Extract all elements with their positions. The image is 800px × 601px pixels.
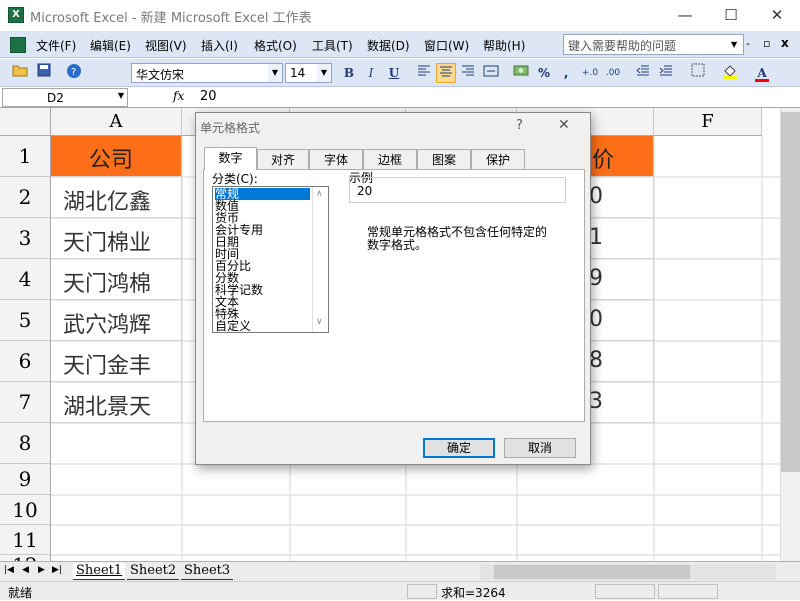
sheet-tab-1[interactable]: Sheet1 [73, 563, 126, 580]
name-box-dropdown-icon: ▼ [117, 91, 124, 100]
format-description: 常规单元格格式不包含任何特定的数字格式。 [367, 225, 548, 252]
align-center-icon[interactable] [436, 63, 456, 83]
formatting-toolbar: ? 华文仿宋 ▼ 14 ▼ B I U % , +.0 .00 A [0, 59, 800, 87]
horizontal-scrollbar-thumb [494, 565, 690, 579]
category-list[interactable]: 常规 数值 货币 会计专用 日期 时间 百分比 分数 科学记数 文本 特殊 自定… [212, 186, 329, 333]
tab-font[interactable]: 字体 [309, 149, 363, 169]
comma-button[interactable]: , [556, 63, 576, 83]
currency-icon[interactable] [511, 63, 531, 83]
font-name-select[interactable]: 华文仿宋 ▼ [131, 63, 283, 83]
status-panel-3 [658, 584, 718, 599]
menu-tools[interactable]: 工具(T) [312, 37, 353, 54]
cancel-button[interactable]: 取消 [504, 438, 576, 458]
next-sheet-icon[interactable]: ▶ [38, 565, 45, 575]
fill-color-icon[interactable] [720, 63, 740, 83]
tab-pattern[interactable]: 图案 [417, 149, 471, 169]
menu-view[interactable]: 视图(V) [145, 37, 187, 54]
fx-icon[interactable]: fx [173, 89, 184, 103]
status-mode: 就绪 [8, 586, 33, 600]
minimize-button[interactable]: — [662, 0, 708, 31]
sheet-tab-3[interactable]: Sheet3 [181, 563, 234, 580]
vertical-scrollbar-thumb[interactable] [781, 112, 800, 472]
category-custom[interactable]: 自定义 [215, 320, 310, 332]
status-panel-1 [407, 584, 437, 599]
menu-window[interactable]: 窗口(W) [424, 37, 469, 54]
last-sheet-icon[interactable]: ▶| [52, 565, 62, 575]
scroll-down-icon: ∨ [316, 317, 323, 327]
increase-indent-icon[interactable] [656, 63, 676, 83]
help-icon[interactable]: ? [64, 63, 84, 83]
doc-close-button[interactable]: x [781, 36, 789, 50]
doc-minimize-button[interactable]: - [746, 37, 750, 50]
tab-alignment[interactable]: 对齐 [257, 149, 309, 169]
help-dropdown-icon[interactable]: ▼ [731, 40, 737, 49]
tab-protection[interactable]: 保护 [471, 149, 525, 169]
title-bar: X Microsoft Excel - 新建 Microsoft Excel 工… [0, 0, 800, 31]
doc-restore-button[interactable]: ▫ [763, 37, 770, 50]
borders-icon[interactable] [688, 63, 708, 83]
status-bar: 就绪 求和=3264 [0, 581, 800, 600]
horizontal-scrollbar[interactable] [480, 564, 776, 580]
first-sheet-icon[interactable]: |◀ [4, 565, 14, 575]
category-list-scrollbar[interactable]: ∧ ∨ [312, 187, 328, 332]
number-tab-panel: 分类(C): 常规 数值 货币 会计专用 日期 时间 百分比 分数 科学记数 文… [203, 169, 585, 422]
decrease-indent-icon[interactable] [633, 63, 653, 83]
underline-button[interactable]: U [384, 63, 404, 83]
tab-number[interactable]: 数字 [204, 147, 257, 170]
maximize-button[interactable]: ☐ [708, 0, 754, 31]
svg-text:?: ? [71, 67, 76, 78]
dialog-close-button[interactable]: ✕ [558, 117, 570, 133]
font-color-swatch [755, 79, 769, 82]
menu-format[interactable]: 格式(O) [254, 37, 297, 54]
close-button[interactable]: ✕ [754, 0, 800, 31]
dialog-title: 单元格格式 [200, 121, 261, 135]
menu-data[interactable]: 数据(D) [367, 37, 410, 54]
window-title: Microsoft Excel - 新建 Microsoft Excel 工作表 [30, 11, 312, 26]
formula-bar: D2 ▼ fx 20 [0, 87, 800, 108]
tab-border[interactable]: 边框 [363, 149, 417, 169]
sample-box: 20 [349, 177, 566, 203]
font-size-dropdown-icon: ▼ [317, 64, 331, 82]
italic-button[interactable]: I [361, 63, 381, 83]
menu-help[interactable]: 帮助(H) [483, 37, 525, 54]
prev-sheet-icon[interactable]: ◀ [22, 565, 29, 575]
excel-app-icon[interactable]: X [8, 7, 24, 23]
save-icon[interactable] [34, 63, 54, 83]
ok-button[interactable]: 确定 [423, 438, 495, 458]
help-search-input[interactable]: 键入需要帮助的问题 [563, 34, 744, 55]
font-size-select[interactable]: 14 ▼ [285, 63, 332, 83]
status-sum: 求和=3264 [441, 586, 506, 600]
scroll-up-icon: ∧ [316, 189, 323, 199]
formula-content[interactable]: 20 [200, 89, 217, 104]
align-left-icon[interactable] [414, 63, 434, 83]
open-icon[interactable] [10, 63, 30, 83]
increase-decimal-icon[interactable]: +.0 [580, 63, 600, 83]
excel-doc-icon[interactable] [10, 37, 26, 53]
sheet-tab-bar: |◀ ◀ ▶ ▶| Sheet1 Sheet2 Sheet3 [0, 561, 800, 581]
menu-file[interactable]: 文件(F) [36, 37, 76, 54]
font-color-button[interactable]: A [752, 63, 772, 83]
name-box[interactable]: D2 ▼ [2, 88, 128, 107]
merge-center-icon[interactable] [481, 63, 501, 83]
vertical-scrollbar[interactable] [780, 108, 800, 561]
status-panel-2 [595, 584, 655, 599]
menu-edit[interactable]: 编辑(E) [90, 37, 131, 54]
sheet-tab-2[interactable]: Sheet2 [127, 563, 180, 580]
font-name-dropdown-icon: ▼ [268, 64, 282, 82]
category-label: 分类(C): [212, 172, 258, 186]
decrease-decimal-icon[interactable]: .00 [603, 63, 623, 83]
dialog-help-button[interactable]: ? [516, 118, 523, 133]
align-right-icon[interactable] [458, 63, 478, 83]
percent-button[interactable]: % [534, 63, 554, 83]
bold-button[interactable]: B [339, 63, 359, 83]
format-cells-dialog: 单元格格式 ? ✕ 数字 对齐 字体 边框 图案 保护 分类(C): 常规 数值… [195, 112, 591, 465]
menu-insert[interactable]: 插入(I) [201, 37, 238, 54]
